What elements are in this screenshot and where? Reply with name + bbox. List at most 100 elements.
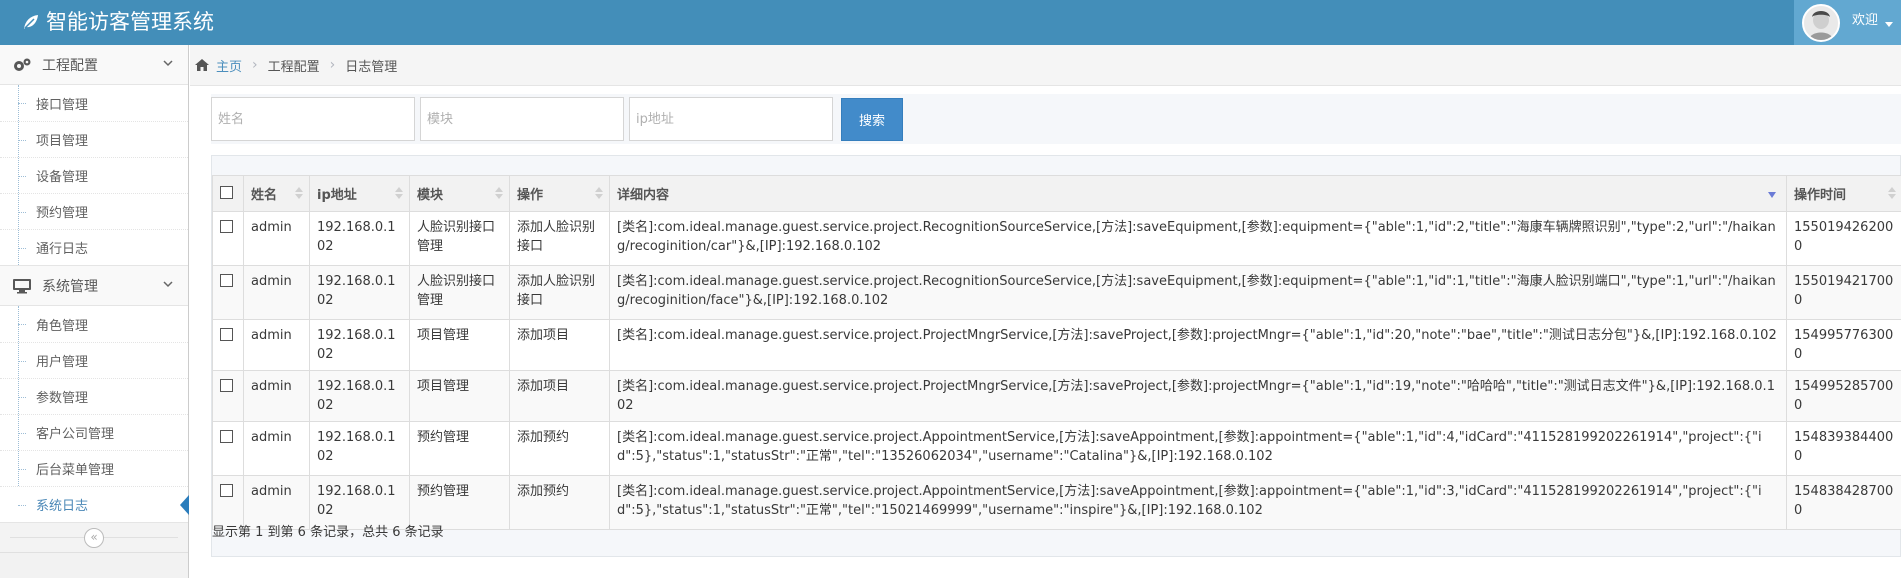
app-title: 智能访客管理系统 — [46, 10, 214, 34]
sidebar-group-system[interactable]: 系统管理 — [0, 266, 188, 306]
cell-module: 人脸识别接口管理 — [409, 265, 510, 320]
caret-down-icon — [1885, 22, 1893, 27]
sidebar-collapse-bar: « — [0, 523, 188, 553]
breadcrumb-level2: 日志管理 — [345, 59, 398, 75]
cell-detail: [类名]:com.ideal.manage.guest.service.proj… — [609, 421, 1787, 476]
cell-operation: 添加预约 — [509, 421, 610, 476]
sidebar-group-project-config[interactable]: 工程配置 — [0, 45, 188, 85]
sidebar-item-device[interactable]: 设备管理 — [0, 157, 188, 193]
cell-name: admin — [243, 319, 310, 371]
cell-name: admin — [243, 421, 310, 476]
leaf-icon — [24, 15, 38, 29]
row-checkbox[interactable] — [220, 430, 233, 443]
cell-ip: 192.168.0.102 — [309, 421, 410, 476]
pagination-info: 显示第 1 到第 6 条记录，总共 6 条记录 — [212, 525, 444, 540]
sidebar-item-appointment[interactable]: 预约管理 — [0, 193, 188, 229]
search-form: 搜索 — [211, 94, 1901, 144]
table-row[interactable]: admin 192.168.0.102 预约管理 添加预约 [类名]:com.i… — [212, 475, 1901, 530]
desktop-icon — [13, 278, 31, 293]
cell-time: 1549952857000 — [1786, 370, 1901, 422]
cell-detail: [类名]:com.ideal.manage.guest.service.proj… — [609, 370, 1787, 422]
select-all-header — [212, 175, 244, 212]
module-input[interactable] — [420, 97, 624, 141]
table-row[interactable]: admin 192.168.0.102 人脸识别接口管理 添加人脸识别接口 [类… — [212, 265, 1901, 320]
cell-detail: [类名]:com.ideal.manage.guest.service.proj… — [609, 475, 1787, 530]
cell-ip: 192.168.0.102 — [309, 211, 410, 266]
breadcrumb: 主页 › 工程配置 › 日志管理 — [190, 45, 1901, 86]
table-row[interactable]: admin 192.168.0.102 预约管理 添加预约 [类名]:com.i… — [212, 421, 1901, 476]
cell-operation: 添加人脸识别接口 — [509, 265, 610, 320]
row-checkbox[interactable] — [220, 274, 233, 287]
chevron-down-icon — [163, 60, 173, 67]
sidebar-group-label: 工程配置 — [42, 57, 98, 74]
cell-time: 1548384287000 — [1786, 475, 1901, 530]
cell-detail: [类名]:com.ideal.manage.guest.service.proj… — [609, 211, 1787, 266]
cell-module: 项目管理 — [409, 319, 510, 371]
cell-detail: [类名]:com.ideal.manage.guest.service.proj… — [609, 319, 1787, 371]
cell-ip: 192.168.0.102 — [309, 319, 410, 371]
cell-operation: 添加项目 — [509, 319, 610, 371]
home-icon — [195, 59, 209, 71]
cell-operation: 添加项目 — [509, 370, 610, 422]
cell-time: 1548393844000 — [1786, 421, 1901, 476]
cell-name: admin — [243, 370, 310, 422]
gears-icon — [14, 58, 31, 71]
sidebar-item-system-log[interactable]: 系统日志 — [0, 486, 189, 522]
welcome-text: 欢迎 — [1852, 13, 1879, 28]
breadcrumb-separator-icon: › — [252, 57, 258, 73]
cell-module: 人脸识别接口管理 — [409, 211, 510, 266]
breadcrumb-level1: 工程配置 — [267, 59, 320, 75]
brand[interactable]: 智能访客管理系统 — [22, 9, 214, 35]
ip-input[interactable] — [629, 97, 833, 141]
submenu-project-config: 接口管理 项目管理 设备管理 预约管理 通行日志 — [0, 85, 188, 266]
user-menu[interactable]: 欢迎 — [1794, 0, 1901, 45]
sidebar-item-interface[interactable]: 接口管理 — [0, 85, 188, 121]
sidebar-item-params[interactable]: 参数管理 — [0, 378, 188, 414]
column-header-time[interactable]: 操作时间 — [1786, 175, 1901, 212]
sidebar-item-backend-menu[interactable]: 后台菜单管理 — [0, 450, 188, 486]
cell-time: 1550194217000 — [1786, 265, 1901, 320]
sort-desc-icon — [1768, 192, 1776, 198]
table-panel: 姓名 ip地址 模块 操作 详细内容 操作时间 admin 192.168.0.… — [211, 155, 1901, 557]
double-chevron-left-icon[interactable]: « — [84, 528, 104, 548]
cell-name: admin — [243, 265, 310, 320]
select-all-checkbox[interactable] — [220, 186, 233, 199]
column-header-name[interactable]: 姓名 — [243, 175, 310, 212]
cell-operation: 添加预约 — [509, 475, 610, 530]
cell-time: 1550194262000 — [1786, 211, 1901, 266]
cell-name: admin — [243, 211, 310, 266]
sidebar-item-access-log[interactable]: 通行日志 — [0, 229, 188, 265]
row-checkbox[interactable] — [220, 484, 233, 497]
sidebar-item-client-company[interactable]: 客户公司管理 — [0, 414, 188, 450]
submenu-system: 角色管理 用户管理 参数管理 客户公司管理 后台菜单管理 系统日志 — [0, 306, 189, 523]
search-button[interactable]: 搜索 — [841, 98, 903, 141]
avatar — [1802, 3, 1840, 42]
cell-time: 1549957763000 — [1786, 319, 1901, 371]
row-checkbox[interactable] — [220, 220, 233, 233]
table-row[interactable]: admin 192.168.0.102 项目管理 添加项目 [类名]:com.i… — [212, 370, 1901, 422]
column-header-operation[interactable]: 操作 — [509, 175, 610, 212]
sort-icon — [495, 187, 503, 199]
row-checkbox[interactable] — [220, 328, 233, 341]
column-header-detail[interactable]: 详细内容 — [609, 175, 1787, 212]
table-header-row: 姓名 ip地址 模块 操作 详细内容 操作时间 — [212, 175, 1901, 212]
cell-detail: [类名]:com.ideal.manage.guest.service.proj… — [609, 265, 1787, 320]
sort-icon — [595, 187, 603, 199]
breadcrumb-home[interactable]: 主页 — [216, 56, 242, 75]
cell-operation: 添加人脸识别接口 — [509, 211, 610, 266]
table-row[interactable]: admin 192.168.0.102 人脸识别接口管理 添加人脸识别接口 [类… — [212, 211, 1901, 266]
column-header-module[interactable]: 模块 — [409, 175, 510, 212]
sidebar-item-users[interactable]: 用户管理 — [0, 342, 188, 378]
table-row[interactable]: admin 192.168.0.102 项目管理 添加项目 [类名]:com.i… — [212, 319, 1901, 371]
breadcrumb-separator-icon: › — [329, 57, 336, 73]
cell-module: 预约管理 — [409, 421, 510, 476]
sidebar-group-label: 系统管理 — [42, 278, 98, 295]
name-input[interactable] — [211, 97, 415, 141]
sort-icon — [395, 187, 403, 199]
sidebar-item-roles[interactable]: 角色管理 — [0, 306, 188, 342]
row-checkbox[interactable] — [220, 379, 233, 392]
cell-module: 项目管理 — [409, 370, 510, 422]
column-header-ip[interactable]: ip地址 — [309, 175, 410, 212]
sidebar-item-project[interactable]: 项目管理 — [0, 121, 188, 157]
sort-icon — [295, 187, 303, 199]
